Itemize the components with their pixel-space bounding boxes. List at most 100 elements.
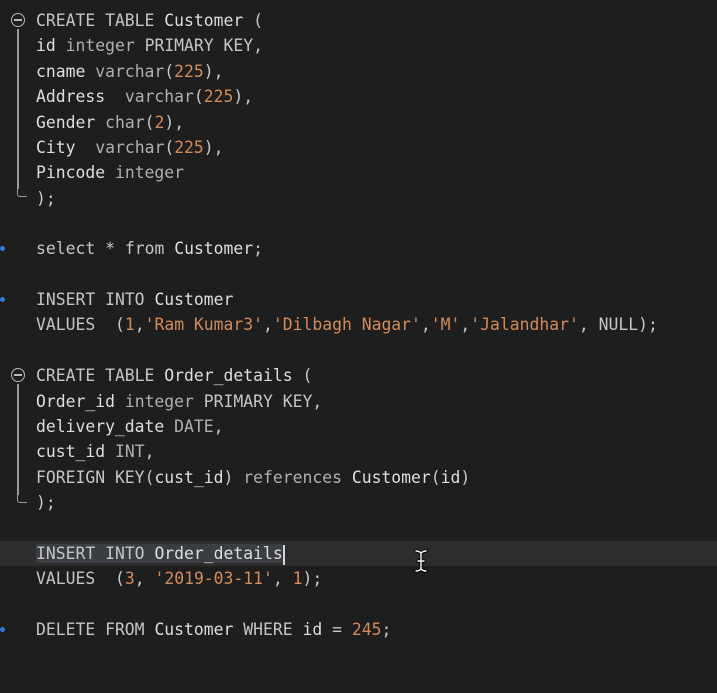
text-caret [282,544,285,565]
code-line[interactable]: select * from Customer; [0,236,717,261]
table-name: Customer [351,468,431,487]
data-type: varchar [95,138,165,157]
punctuation: , [460,315,471,334]
code-line[interactable]: cname varchar(225), [0,59,717,84]
column-name: id [36,36,56,55]
column-name: delivery_date [36,417,165,436]
punctuation: ( [144,468,155,487]
code-line[interactable]: CREATE TABLE Customer ( [0,8,717,33]
sql-keyword: VALUES [36,569,96,588]
punctuation: ( [114,315,125,334]
punctuation: ( [144,113,155,132]
number-literal: 1 [124,315,135,334]
table-name: Order_details [154,544,283,563]
sql-keyword: select [36,239,96,258]
sql-keyword: references [243,468,342,487]
code-line[interactable]: VALUES (3, '2019-03-11', 1); [0,566,717,591]
sql-keyword: PRIMARY KEY [203,392,313,411]
sql-keyword: CREATE TABLE [36,11,155,30]
string-literal: 'Ram Kumar3' [144,315,264,334]
column-name: Gender [36,113,96,132]
punctuation: ( [164,62,175,81]
data-type: INT [114,442,145,461]
punctuation: ( [164,138,175,157]
punctuation: , [134,315,145,334]
data-type: DATE [174,417,214,436]
punctuation: , [420,315,431,334]
column-name: cust_id [36,442,106,461]
number-literal: 245 [351,620,382,639]
code-line[interactable]: CREATE TABLE Order_details ( [0,363,717,388]
sql-keyword: FOREIGN KEY [36,468,145,487]
punctuation: , [253,36,264,55]
punctuation: ) [460,468,471,487]
code-line[interactable]: cust_id INT, [0,439,717,464]
data-type: integer [124,392,194,411]
code-line[interactable]: delivery_date DATE, [0,414,717,439]
code-line[interactable]: VALUES (1,'Ram Kumar3','Dilbagh Nagar','… [0,312,717,337]
string-literal: 'Dilbagh Nagar' [272,315,421,334]
column-name: City [36,138,76,157]
sql-keyword: VALUES [36,315,96,334]
sql-keyword: NULL [598,315,639,334]
punctuation: ); [638,315,658,334]
data-type: integer [114,163,185,182]
punctuation: ) [223,468,234,487]
sql-keyword: PRIMARY KEY [144,36,254,55]
punctuation: ; [253,239,264,258]
table-name: Customer [154,290,234,309]
punctuation: ); [36,493,56,512]
punctuation: ), [233,87,254,106]
punctuation: ), [164,113,185,132]
punctuation: ( [114,569,125,588]
punctuation: ( [302,366,313,385]
string-literal: 'Jalandhar' [470,315,579,334]
text-cursor-icon [414,549,428,573]
column-name: Pincode [36,163,106,182]
punctuation: ); [36,189,56,208]
table-name: Customer [154,620,234,639]
code-line[interactable]: INSERT INTO Customer [0,287,717,312]
number-literal: 225 [203,87,234,106]
punctuation: , [134,569,155,588]
column-name: Order_id [36,392,115,411]
column-name: cust_id [154,468,224,487]
code-line[interactable]: ); [0,186,717,211]
code-line[interactable]: DELETE FROM Customer WHERE id = 245; [0,617,717,642]
code-line[interactable]: ); [0,490,717,515]
data-type: varchar [124,87,194,106]
number-literal: 225 [174,138,204,157]
code-editor[interactable]: CREATE TABLE Customer ( id integer PRIMA… [0,0,717,650]
punctuation: ( [253,11,263,30]
code-line[interactable]: Pincode integer [0,160,717,185]
sql-keyword: CREATE TABLE [36,366,155,385]
sql-keyword: INSERT INTO [36,544,145,563]
punctuation: , [263,315,273,334]
sql-keyword: INSERT INTO [36,290,145,309]
punctuation: ( [430,468,441,487]
string-literal: 'M' [430,315,461,334]
number-literal: 3 [124,569,135,588]
code-line-current[interactable]: INSERT INTO Order_details [0,541,717,567]
code-line[interactable]: Address varchar(225), [0,84,717,109]
table-name: Customer [164,11,244,30]
number-literal: 1 [292,569,303,588]
punctuation: , [213,417,224,436]
data-type: integer [65,36,135,55]
number-literal: 225 [174,62,204,81]
string-literal: '2019-03-11' [154,569,273,588]
table-name: Order_details [164,366,293,385]
sql-keyword: DELETE FROM [36,620,145,639]
punctuation: ), [203,62,224,81]
code-line[interactable]: FOREIGN KEY(cust_id) references Customer… [0,465,717,490]
code-line[interactable]: Order_id integer PRIMARY KEY, [0,389,717,414]
code-line[interactable]: City varchar(225), [0,135,717,160]
operator: = [332,620,342,639]
data-type: varchar [95,62,165,81]
code-line[interactable]: Gender char(2), [0,110,717,135]
punctuation: , [312,392,323,411]
punctuation: ); [302,569,323,588]
code-line[interactable]: id integer PRIMARY KEY, [0,33,717,58]
column-name: id [440,468,461,487]
data-type: char [105,113,145,132]
